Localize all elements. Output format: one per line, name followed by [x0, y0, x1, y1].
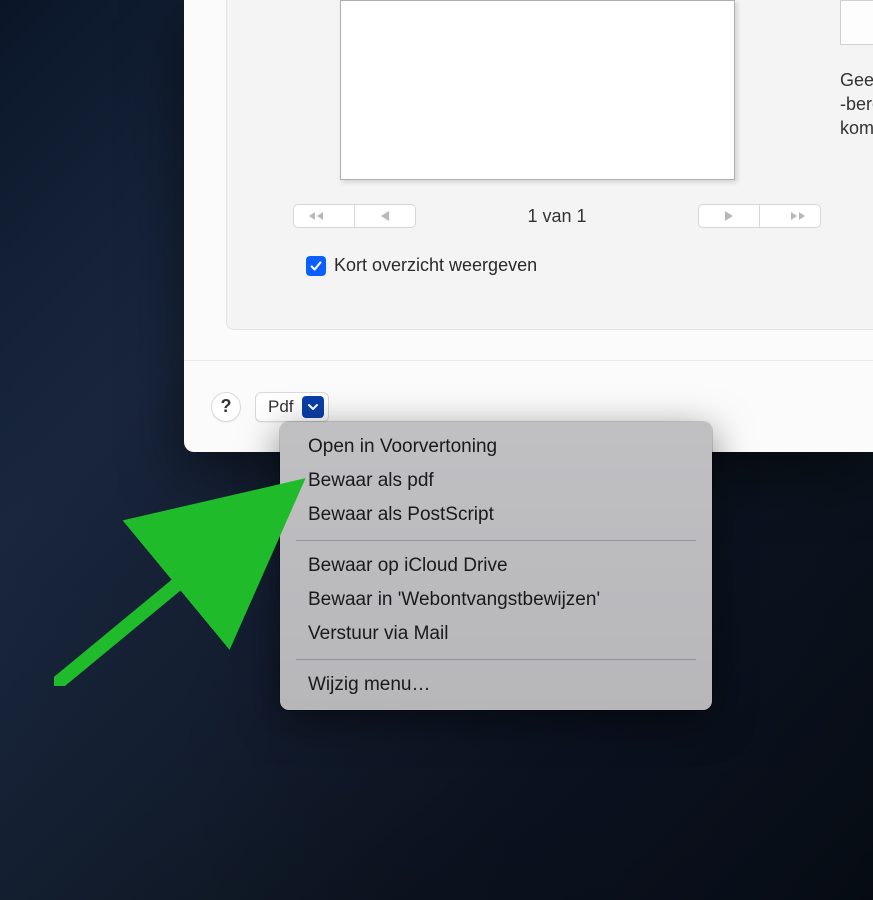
pager: 1 van 1 — [292, 204, 822, 228]
pdf-dropdown-menu: Open in Voorvertoning Bewaar als pdf Bew… — [280, 422, 712, 710]
menu-send-mail[interactable]: Verstuur via Mail — [280, 617, 712, 651]
menu-save-as-pdf[interactable]: Bewaar als pdf — [280, 464, 712, 498]
page-preview — [340, 0, 735, 180]
menu-save-as-postscript[interactable]: Bewaar als PostScript — [280, 498, 712, 532]
page-range-helptext: Geef pa -bereik komma — [840, 68, 873, 140]
pager-next-button[interactable] — [698, 204, 760, 228]
short-summary-row: Kort overzicht weergeven — [306, 255, 537, 276]
pager-last-button[interactable] — [759, 204, 821, 228]
pager-first-button[interactable] — [293, 204, 355, 228]
pager-label: 1 van 1 — [417, 206, 697, 227]
short-summary-label: Kort overzicht weergeven — [334, 255, 537, 276]
preview-section: Geef pa -bereik komma 1 van 1 — [226, 0, 873, 330]
side-field — [840, 0, 873, 45]
menu-open-preview[interactable]: Open in Voorvertoning — [280, 430, 712, 464]
short-summary-checkbox[interactable] — [306, 256, 326, 276]
pdf-dropdown-button[interactable]: Pdf — [255, 392, 329, 422]
pdf-button-label: Pdf — [268, 397, 294, 417]
pager-prev-button[interactable] — [354, 204, 416, 228]
menu-separator — [296, 540, 696, 541]
chevron-down-icon — [302, 396, 324, 418]
help-button[interactable]: ? — [211, 392, 241, 422]
menu-edit-menu[interactable]: Wijzig menu… — [280, 668, 712, 702]
menu-separator — [296, 659, 696, 660]
help-icon: ? — [221, 396, 232, 417]
print-dialog-panel: Geef pa -bereik komma 1 van 1 — [184, 0, 873, 452]
menu-save-icloud[interactable]: Bewaar op iCloud Drive — [280, 549, 712, 583]
menu-save-webreceipts[interactable]: Bewaar in 'Webontvangstbewijzen' — [280, 583, 712, 617]
